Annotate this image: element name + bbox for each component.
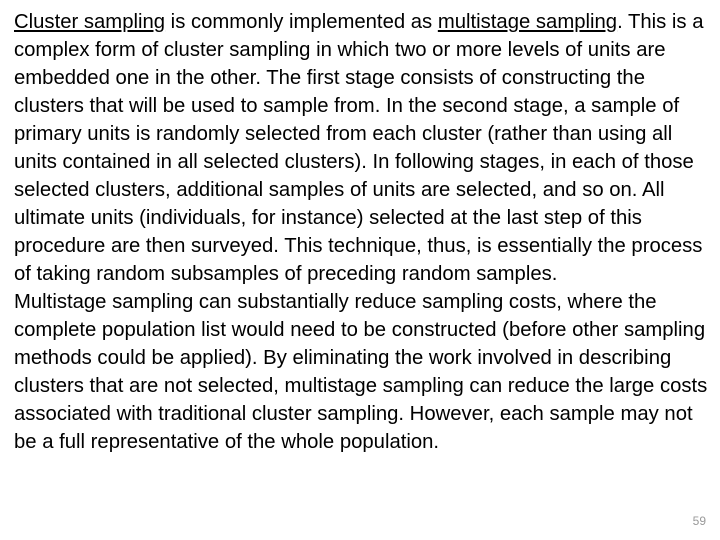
text-segment: is commonly implemented as bbox=[165, 11, 438, 33]
paragraph-1: Cluster sampling is commonly implemented… bbox=[14, 8, 710, 288]
paragraph-2: Multistage sampling can substantially re… bbox=[14, 288, 710, 456]
text-segment: . This is a complex form of cluster samp… bbox=[14, 11, 703, 285]
link-cluster-sampling[interactable]: Cluster sampling bbox=[14, 11, 165, 33]
slide: Cluster sampling is commonly implemented… bbox=[0, 0, 720, 540]
page-number: 59 bbox=[693, 513, 706, 530]
link-multistage-sampling[interactable]: multistage sampling bbox=[438, 11, 617, 33]
